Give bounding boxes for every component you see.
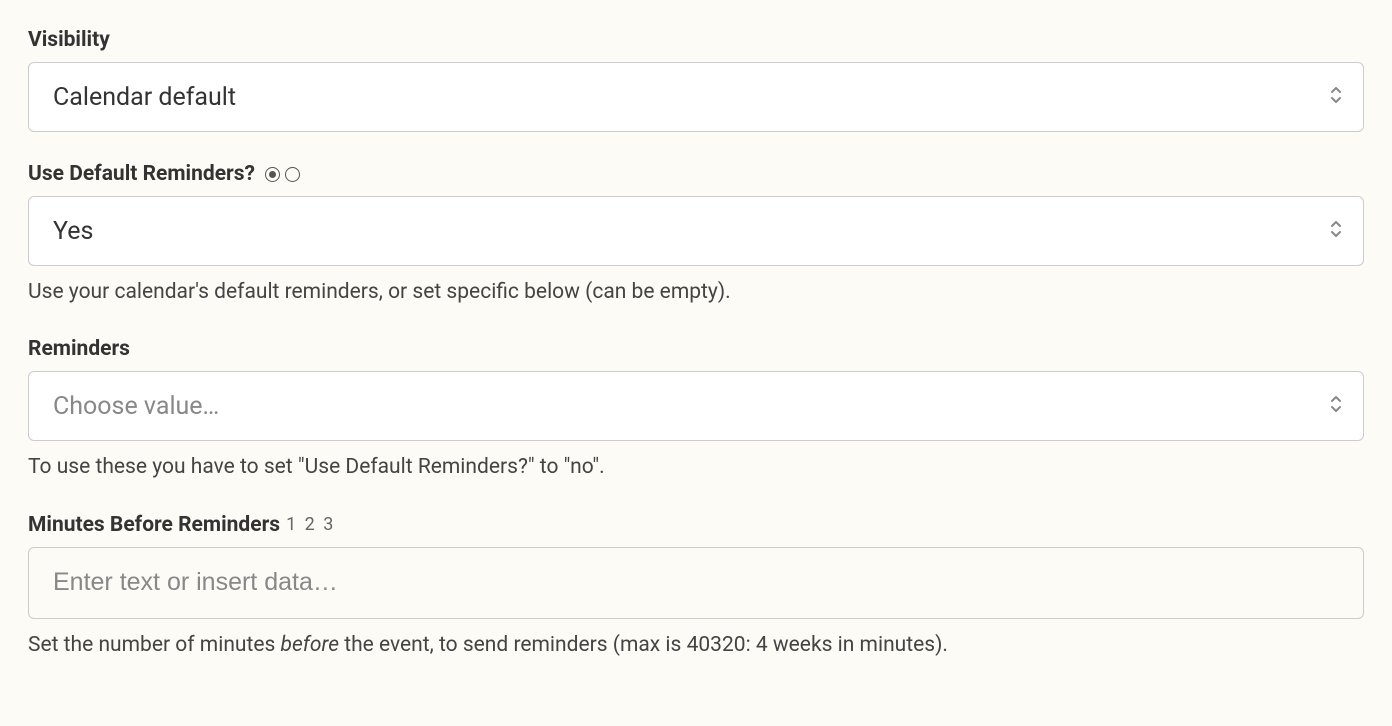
minutes-before-help-prefix: Set the number of minutes [28, 633, 281, 657]
visibility-label: Visibility [28, 28, 110, 52]
use-default-reminders-select[interactable]: Yes [28, 196, 1364, 266]
visibility-select-wrapper: Calendar default [28, 62, 1364, 132]
reminders-help: To use these you have to set "Use Defaul… [28, 453, 1364, 482]
visibility-select[interactable]: Calendar default [28, 62, 1364, 132]
use-default-reminders-label-row: Use Default Reminders? [28, 162, 1364, 186]
reminders-group: Reminders Choose value… To use these you… [28, 337, 1364, 482]
minutes-before-input[interactable] [28, 547, 1364, 619]
visibility-group: Visibility Calendar default [28, 28, 1364, 132]
use-default-reminders-select-wrapper: Yes [28, 196, 1364, 266]
minutes-before-help-suffix: the event, to send reminders (max is 403… [339, 633, 948, 657]
visibility-select-value: Calendar default [53, 83, 236, 112]
visibility-label-row: Visibility [28, 28, 1364, 52]
minutes-before-group: Minutes Before Reminders 1 2 3 Set the n… [28, 513, 1364, 660]
numbers-badge: 1 2 3 [286, 514, 335, 535]
minutes-before-help: Set the number of minutes before the eve… [28, 631, 1364, 660]
use-default-reminders-group: Use Default Reminders? Yes Use your cale… [28, 162, 1364, 307]
radio-empty-icon [285, 167, 300, 182]
reminders-select[interactable]: Choose value… [28, 371, 1364, 441]
radio-indicator-group [265, 167, 300, 182]
reminders-label: Reminders [28, 337, 130, 361]
use-default-reminders-value: Yes [53, 217, 93, 246]
minutes-before-help-em: before [281, 633, 339, 657]
reminders-label-row: Reminders [28, 337, 1364, 361]
use-default-reminders-help: Use your calendar's default reminders, o… [28, 278, 1364, 307]
reminders-placeholder: Choose value… [53, 392, 219, 421]
use-default-reminders-label: Use Default Reminders? [28, 162, 255, 186]
radio-filled-icon [265, 167, 280, 182]
reminders-select-wrapper: Choose value… [28, 371, 1364, 441]
minutes-before-label: Minutes Before Reminders [28, 513, 280, 537]
minutes-before-label-row: Minutes Before Reminders 1 2 3 [28, 513, 1364, 537]
